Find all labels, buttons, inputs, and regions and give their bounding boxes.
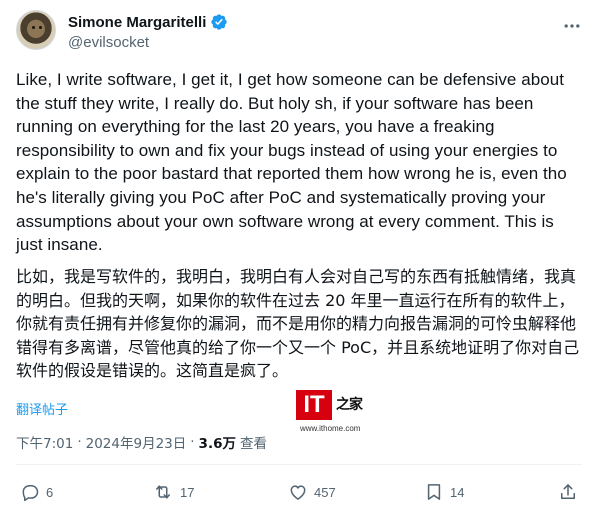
watermark-logo-zhi: 之家 [336, 397, 363, 413]
action-bar: 6 17 457 14 [16, 474, 582, 510]
verified-badge-icon[interactable] [210, 13, 228, 31]
author-info: Simone Margaritelli @evilsocket [68, 12, 228, 51]
like-button[interactable]: 457 [288, 474, 336, 510]
meta-separator: · [77, 434, 82, 450]
reply-icon [20, 482, 40, 502]
retweet-button[interactable]: 17 [152, 474, 194, 510]
tweet-header: Simone Margaritelli @evilsocket [16, 10, 582, 54]
views-count[interactable]: 3.6万 [199, 432, 236, 452]
like-count: 457 [314, 484, 336, 500]
tweet-time[interactable]: 下午7:01 [16, 432, 73, 452]
meta-separator: · [190, 434, 195, 450]
bookmark-button[interactable]: 14 [424, 474, 464, 510]
retweet-count: 17 [180, 484, 195, 500]
tweet-card: Simone Margaritelli @evilsocket Like, I … [0, 0, 598, 515]
heart-icon [288, 482, 308, 502]
ithome-watermark: IT 之家 www.ithome.com [296, 390, 376, 438]
more-options-icon[interactable] [562, 16, 582, 36]
bookmark-count: 14 [450, 484, 465, 500]
author-display-name[interactable]: Simone Margaritelli [68, 14, 206, 31]
views-label: 查看 [239, 436, 267, 452]
share-icon [558, 482, 578, 502]
tweet-date[interactable]: 2024年9月23日 [86, 432, 187, 452]
translate-post-link[interactable]: 翻译帖子 [16, 399, 68, 418]
bookmark-icon [424, 482, 444, 502]
share-button[interactable] [558, 474, 578, 510]
watermark-url: www.ithome.com [300, 424, 361, 433]
tweet-text-original: Like, I write software, I get it, I get … [16, 70, 572, 255]
avatar[interactable] [16, 10, 56, 50]
tweet-text-translation: 比如，我是写软件的，我明白，我明白有人会对自己写的东西有抵触情绪，我真的明白。但… [16, 267, 580, 381]
reply-count: 6 [46, 484, 54, 500]
watermark-logo-it: IT [296, 390, 332, 420]
divider [16, 464, 582, 465]
tweet-meta: 下午7:01 · 2024年9月23日 · 3.6万 查看 [16, 432, 267, 452]
reply-button[interactable]: 6 [20, 474, 53, 510]
author-handle[interactable]: @evilsocket [68, 34, 228, 51]
retweet-icon [152, 482, 174, 502]
